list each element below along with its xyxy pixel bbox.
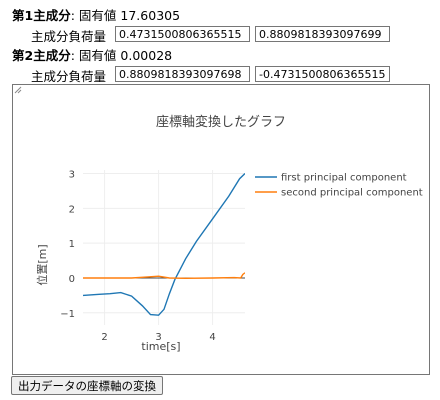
pc1-eigen-value: 17.60305 — [120, 8, 181, 23]
x-axis-title: time[s] — [141, 340, 180, 353]
pc2-header: 第2主成分 — [12, 48, 71, 63]
legend-label-1: first principal component — [281, 173, 407, 184]
pc1-row: 第1主成分: 固有値 17.60305 — [12, 5, 180, 24]
chart-grid — [83, 170, 245, 325]
pc2-loading-label: 主成分負荷量 — [31, 69, 107, 84]
y-tick-label: 1 — [69, 239, 75, 250]
pc1-loading-1-field[interactable] — [115, 26, 250, 42]
x-tick-label: 2 — [101, 332, 107, 343]
chart-title: 座標軸変換したグラフ — [156, 114, 286, 130]
pc1-loading-label: 主成分負荷量 — [31, 29, 107, 44]
pc1-header: 第1主成分 — [12, 8, 71, 23]
pc2-row: 第2主成分: 固有値 0.00028 — [12, 45, 172, 64]
chart-svg: 座標軸変換したグラフ 2 3 4 −1 0 1 2 3 time[s] 位置[m] firs… — [35, 114, 423, 353]
y-tick-label: 3 — [69, 169, 75, 180]
graph-container[interactable]: 座標軸変換したグラフ 2 3 4 −1 0 1 2 3 time[s] 位置[m] firs… — [12, 84, 430, 375]
series-lines — [83, 172, 245, 316]
pc1-loading-2-field[interactable] — [255, 26, 390, 42]
pc2-eigen-value: 0.00028 — [120, 48, 173, 63]
y-axis-title: 位置[m] — [35, 244, 49, 285]
series-line-2 — [83, 272, 245, 280]
y-tick-label: 2 — [69, 204, 75, 215]
convert-axes-button[interactable]: 出力データの座標軸の変換 — [11, 376, 163, 395]
pc2-loading-2-field[interactable] — [255, 66, 390, 82]
legend-label-2: second principal component — [281, 188, 423, 199]
y-tick-label: −1 — [60, 309, 75, 320]
x-tick-label: 4 — [209, 332, 215, 343]
series-line-1 — [83, 172, 245, 316]
pc1-eigen-label: 固有値 — [78, 8, 117, 23]
y-axis-ticks: −1 0 1 2 3 — [60, 169, 75, 319]
resize-handle-icon[interactable] — [13, 85, 22, 94]
pc1-separator: : — [70, 8, 75, 23]
chart-legend[interactable]: first principal component second principa… — [255, 173, 423, 199]
y-tick-label: 0 — [69, 274, 75, 285]
pc2-loading-1-field[interactable] — [115, 66, 250, 82]
pc2-separator: : — [70, 48, 75, 63]
pc2-eigen-label: 固有値 — [78, 48, 117, 63]
